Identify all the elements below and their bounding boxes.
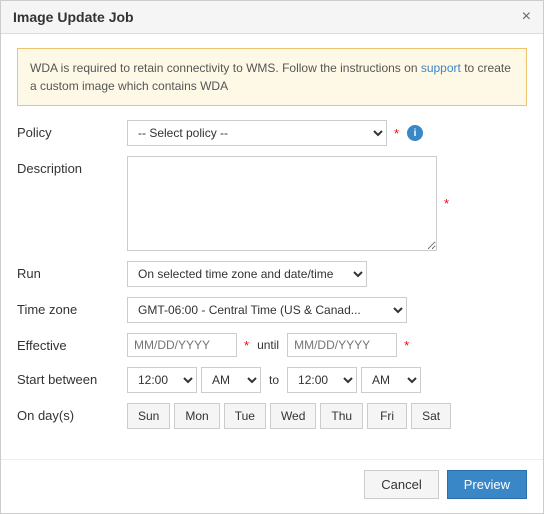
on-days-row: On day(s) Sun Mon Tue Wed Thu Fri Sat (17, 403, 527, 429)
policy-field: -- Select policy -- * i (127, 120, 527, 146)
day-btn-tue[interactable]: Tue (224, 403, 266, 429)
time-start-select[interactable]: 12:00 (127, 367, 197, 393)
policy-select[interactable]: -- Select policy -- (127, 120, 387, 146)
run-field: On selected time zone and date/time (127, 261, 527, 287)
description-required-star: * (444, 196, 449, 211)
day-btn-thu[interactable]: Thu (320, 403, 363, 429)
effective-until-input[interactable] (287, 333, 397, 357)
day-btn-sun[interactable]: Sun (127, 403, 170, 429)
alert-box: WDA is required to retain connectivity t… (17, 48, 527, 106)
start-between-row: Start between 12:00 AM to 12:00 AM (17, 367, 527, 393)
timezone-row: Time zone GMT-06:00 - Central Time (US &… (17, 297, 527, 323)
on-days-label: On day(s) (17, 403, 127, 423)
timezone-field: GMT-06:00 - Central Time (US & Canad... (127, 297, 527, 323)
day-btn-sat[interactable]: Sat (411, 403, 451, 429)
run-label: Run (17, 261, 127, 281)
description-label: Description (17, 156, 127, 176)
time-end-select[interactable]: 12:00 (287, 367, 357, 393)
dialog-title: Image Update Job (13, 9, 134, 25)
preview-button[interactable]: Preview (447, 470, 527, 499)
info-icon[interactable]: i (407, 125, 423, 141)
day-btn-mon[interactable]: Mon (174, 403, 219, 429)
effective-until-required: * (404, 338, 409, 353)
run-select[interactable]: On selected time zone and date/time (127, 261, 367, 287)
dialog-footer: Cancel Preview (1, 459, 543, 513)
description-row: Description * (17, 156, 527, 251)
effective-label: Effective (17, 333, 127, 353)
description-textarea[interactable] (127, 156, 437, 251)
ampm-start-select[interactable]: AM (201, 367, 261, 393)
alert-link[interactable]: support (421, 61, 461, 75)
on-days-field: Sun Mon Tue Wed Thu Fri Sat (127, 403, 527, 429)
day-btn-wed[interactable]: Wed (270, 403, 316, 429)
effective-field: * until * (127, 333, 527, 357)
to-label: to (269, 373, 279, 387)
timezone-select[interactable]: GMT-06:00 - Central Time (US & Canad... (127, 297, 407, 323)
start-between-field: 12:00 AM to 12:00 AM (127, 367, 527, 393)
description-field: * (127, 156, 527, 251)
alert-text-before: WDA is required to retain connectivity t… (30, 61, 421, 75)
policy-required-star: * (394, 126, 399, 141)
close-button[interactable]: × (522, 9, 531, 25)
effective-from-required: * (244, 338, 249, 353)
dialog-body: WDA is required to retain connectivity t… (1, 34, 543, 453)
dialog-title-bar: Image Update Job × (1, 1, 543, 34)
policy-row: Policy -- Select policy -- * i (17, 120, 527, 146)
timezone-label: Time zone (17, 297, 127, 317)
effective-from-input[interactable] (127, 333, 237, 357)
dialog-image-update-job: Image Update Job × WDA is required to re… (0, 0, 544, 514)
effective-row: Effective * until * (17, 333, 527, 357)
until-label: until (257, 338, 279, 352)
cancel-button[interactable]: Cancel (364, 470, 438, 499)
day-btn-fri[interactable]: Fri (367, 403, 407, 429)
run-row: Run On selected time zone and date/time (17, 261, 527, 287)
start-between-label: Start between (17, 367, 127, 387)
policy-label: Policy (17, 120, 127, 140)
ampm-end-select[interactable]: AM (361, 367, 421, 393)
